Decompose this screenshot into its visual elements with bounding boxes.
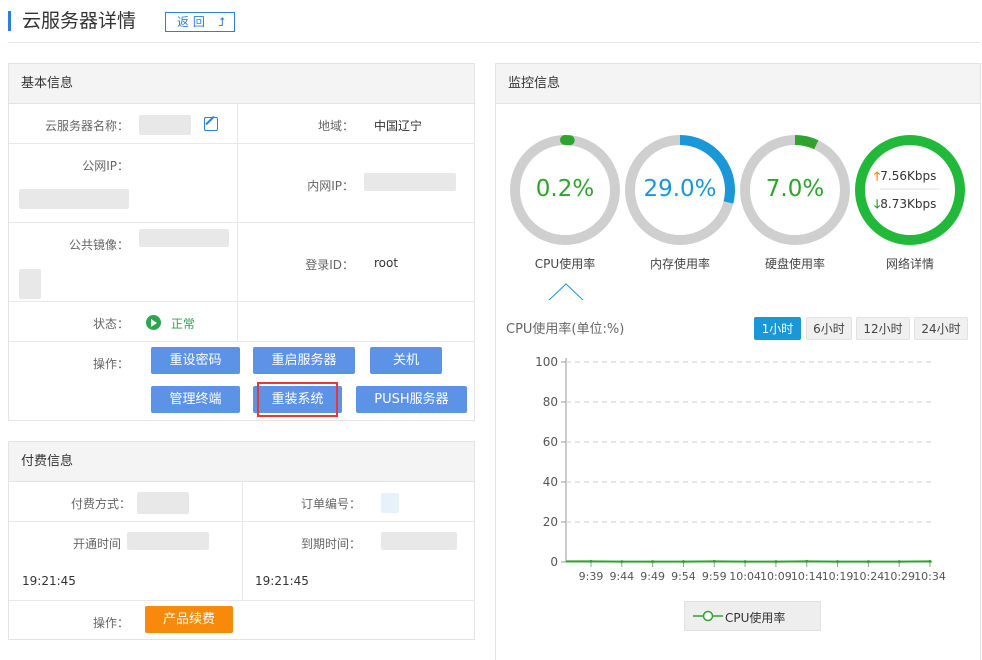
open-time-date <box>127 532 209 550</box>
pay-method-value <box>137 492 189 514</box>
memory-gauge-value: 29.0% <box>643 176 717 202</box>
status-label: 状态： <box>92 317 129 331</box>
billing-ops-label: 操作： <box>92 616 129 630</box>
tab-12-hours[interactable]: 12小时 <box>856 317 910 340</box>
network-gauge-label[interactable]: 网络详情 <box>855 255 965 272</box>
expire-time-label: 到期时间： <box>300 537 361 551</box>
tab-1-hour[interactable]: 1小时 <box>754 317 801 340</box>
disk-gauge-arc <box>794 135 819 150</box>
renew-button[interactable]: 产品续费 <box>145 606 233 633</box>
reset-password-button[interactable]: 重设密码 <box>151 347 240 374</box>
expire-time-date <box>381 532 457 550</box>
order-id-value <box>381 493 399 513</box>
network-up: 🡑7.56Kbps <box>874 167 936 188</box>
network-up-value: 7.56Kbps <box>880 169 937 183</box>
open-time-value: 19:21:45 <box>22 574 76 588</box>
tab-24-hours[interactable]: 24小时 <box>914 317 968 340</box>
manage-terminal-button[interactable]: 管理终端 <box>151 386 240 413</box>
billing-title: 付费信息 <box>9 442 474 482</box>
restart-server-button[interactable]: 重启服务器 <box>253 347 355 374</box>
ops-label: 操作： <box>92 357 129 371</box>
reinstall-highlight-box <box>257 382 338 417</box>
network-down: 🡓8.73Kbps <box>874 195 936 216</box>
cpu-gauge-value: 0.2% <box>535 176 595 202</box>
status-running-icon <box>146 315 161 330</box>
open-time-label: 开通时间 <box>72 537 121 551</box>
network-gauge-ring <box>855 135 965 245</box>
expire-time-value: 19:21:45 <box>255 574 309 588</box>
shutdown-button[interactable]: 关机 <box>370 347 442 374</box>
chart-legend[interactable]: CPU使用率 <box>684 601 821 631</box>
memory-gauge-label: 内存使用率 <box>649 257 710 271</box>
tab-6-hours[interactable]: 6小时 <box>806 317 852 340</box>
gauge-pointer-line <box>548 283 584 300</box>
disk-gauge-value: 7.0% <box>765 176 825 202</box>
network-down-value: 8.73Kbps <box>880 197 937 211</box>
push-server-button[interactable]: PUSH服务器 <box>356 386 467 413</box>
billing-panel: 付费信息 付费方式： 订单编号： 开通时间 19:21:45 到期时间： 19:… <box>8 441 475 640</box>
status-value: 正常 <box>171 317 196 331</box>
disk-gauge-label: 硬盘使用率 <box>764 257 825 271</box>
chart-title: CPU使用率(单位:%) <box>506 322 625 337</box>
legend-line-icon <box>693 610 723 622</box>
cpu-gauge-label: CPU使用率 <box>534 257 596 271</box>
billing-col-divider <box>242 482 243 601</box>
legend-label: CPU使用率 <box>725 611 786 625</box>
order-id-label: 订单编号： <box>300 497 361 511</box>
pay-method-label: 付费方式： <box>70 497 131 511</box>
